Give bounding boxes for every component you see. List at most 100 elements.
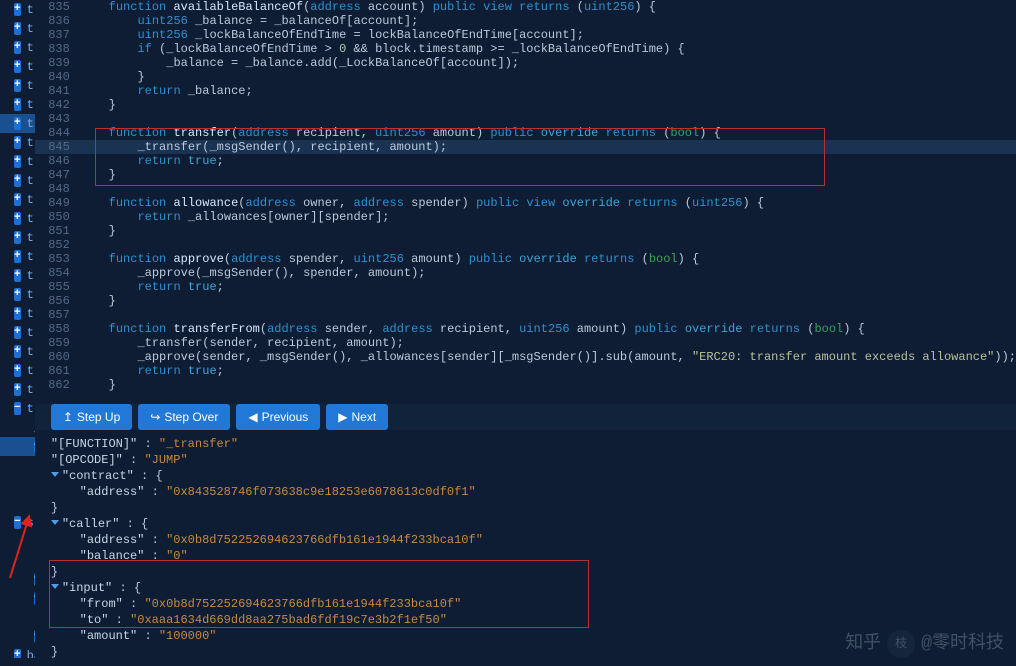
tree-item-transfer[interactable]: +transfer <box>0 323 35 342</box>
collapse-icon[interactable]: − <box>14 516 21 529</box>
tree-item-label: transfer <box>27 155 35 169</box>
expand-icon[interactable]: + <box>14 41 21 54</box>
tree-item-sub[interactable]: sub <box>0 551 35 570</box>
expand-icon[interactable]: + <box>14 22 21 35</box>
step-over-button[interactable]: ↪ Step Over <box>138 404 230 430</box>
code-line[interactable]: 861 return true; <box>35 364 1016 378</box>
expand-icon[interactable]: + <box>14 60 21 73</box>
previous-button[interactable]: ◀ Previous <box>236 404 320 430</box>
tree-item-transfer[interactable]: + transfer <box>0 152 35 171</box>
tree-item-transfer[interactable]: +transfer <box>0 209 35 228</box>
tree-item-transfer[interactable]: + transfer <box>0 76 35 95</box>
expand-icon[interactable]: + <box>14 364 21 377</box>
expand-icon[interactable]: + <box>14 345 21 358</box>
line-number: 839 <box>35 56 80 70</box>
code-line[interactable]: 838 if (_lockBalanceOfEndTime > 0 && blo… <box>35 42 1016 56</box>
call-tree-sidebar[interactable]: + transfer + transfer + transfer + transfer + tra… <box>0 0 35 658</box>
tree-item-transfer[interactable]: +transfer <box>0 190 35 209</box>
tree-item-transfer[interactable]: + transfer <box>0 266 35 285</box>
code-line[interactable]: 860 _approve(sender, _msgSender(), _allo… <box>35 350 1016 364</box>
code-line[interactable]: 839 _balance = _balance.add(_LockBalance… <box>35 56 1016 70</box>
tree-item-label: transfer <box>27 269 35 283</box>
debug-panel[interactable]: "[FUNCTION]" : "_transfer""[OPCODE]" : "… <box>35 430 1016 666</box>
tree-item-transfer[interactable]: +transfer <box>0 95 35 114</box>
debug-line: } <box>51 500 1000 516</box>
expand-icon[interactable]: + <box>14 136 21 149</box>
tree-item-balanceOf[interactable]: +balanceOf <box>0 646 35 658</box>
code-line[interactable]: 853 function approve(address spender, ui… <box>35 252 1016 266</box>
tree-item-transfer[interactable]: −transfer <box>0 399 35 418</box>
line-number: 848 <box>35 182 80 196</box>
code-line[interactable]: 843 <box>35 112 1016 126</box>
expand-icon[interactable]: + <box>14 155 21 168</box>
expand-icon[interactable]: + <box>14 326 21 339</box>
tree-item-label: transfer <box>27 22 35 36</box>
tree-item-transfer[interactable]: +transfer <box>0 57 35 76</box>
tree-item-transfer[interactable]: +transfer <box>0 247 35 266</box>
line-number: 856 <box>35 294 80 308</box>
expand-icon[interactable]: + <box>14 231 21 244</box>
code-line[interactable]: 859 _transfer(sender, recipient, amount)… <box>35 336 1016 350</box>
code-line[interactable]: 852 <box>35 238 1016 252</box>
next-button[interactable]: ▶ Next <box>326 404 388 430</box>
code-line[interactable]: 854 _approve(_msgSender(), spender, amou… <box>35 266 1016 280</box>
debug-line: "contract" : { <box>51 468 1000 484</box>
tree-item-label: transfer <box>27 364 35 378</box>
code-line[interactable]: 856 } <box>35 294 1016 308</box>
expand-icon[interactable]: + <box>14 649 21 658</box>
tree-item-transfer[interactable]: +transfer <box>0 342 35 361</box>
tree-item-transfer[interactable]: +transfer <box>0 133 35 152</box>
code-line[interactable]: 837 uint256 _lockBalanceOfEndTime = lock… <box>35 28 1016 42</box>
tree-item-label: transfer <box>27 79 35 93</box>
tree-item-sub[interactable]: sub <box>0 608 35 627</box>
expand-icon[interactable]: + <box>14 98 21 111</box>
tree-item-transfer[interactable]: + transfer <box>0 361 35 380</box>
code-line[interactable]: 835 function availableBalanceOf(address … <box>35 0 1016 14</box>
code-line[interactable]: 836 uint256 _balance = _balanceOf[accoun… <box>35 14 1016 28</box>
tree-item-transfer[interactable]: +transfer <box>0 228 35 247</box>
code-line[interactable]: 850 return _allowances[owner][spender]; <box>35 210 1016 224</box>
expand-icon[interactable]: + <box>14 383 21 396</box>
tree-item-balanceOf[interactable]: +balanceOf <box>0 589 35 608</box>
expand-icon[interactable]: + <box>14 250 21 263</box>
expand-icon[interactable]: + <box>14 288 21 301</box>
code-line[interactable]: 858 function transferFrom(address sender… <box>35 322 1016 336</box>
code-line[interactable]: 841 return _balance; <box>35 84 1016 98</box>
tree-item-_transfer[interactable]: −_transfer <box>0 437 35 456</box>
collapse-icon[interactable]: − <box>14 402 21 415</box>
tree-item-_safeTransfer[interactable]: +_safeTransfer <box>0 627 35 646</box>
tree-item-transfer[interactable]: +transfer <box>0 0 35 19</box>
tree-item-transfer[interactable]: +transfer <box>0 304 35 323</box>
expand-icon[interactable]: + <box>14 212 21 225</box>
expand-icon[interactable]: + <box>14 117 21 130</box>
tree-item-_tokenTransfer[interactable]: +_tokenTransfer <box>0 494 35 513</box>
code-line[interactable]: 862 } <box>35 378 1016 392</box>
code-editor[interactable]: 835 function availableBalanceOf(address … <box>35 0 1016 404</box>
expand-icon[interactable]: + <box>14 269 21 282</box>
expand-icon[interactable]: + <box>14 193 21 206</box>
tree-item-transfer[interactable]: +transfer <box>0 114 35 133</box>
tree-item-transfer[interactable]: + transfer <box>0 19 35 38</box>
tree-item-_msgSender[interactable]: _msgSender <box>0 418 35 437</box>
code-line[interactable]: 842 } <box>35 98 1016 112</box>
code-line[interactable]: 849 function allowance(address owner, ad… <box>35 196 1016 210</box>
expand-icon[interactable]: + <box>14 79 21 92</box>
debug-line: "address" : "0x843528746f073638c9e18253e… <box>51 484 1000 500</box>
tree-item-add[interactable]: add <box>0 456 35 475</box>
step-up-button[interactable]: ↥ Step Up <box>51 404 132 430</box>
tree-item-transfer[interactable]: +transfer <box>0 38 35 57</box>
code-line[interactable]: 855 return true; <box>35 280 1016 294</box>
tree-item-transfer[interactable]: +transfer <box>0 285 35 304</box>
code-line[interactable]: 857 <box>35 308 1016 322</box>
code-line[interactable]: 840 } <box>35 70 1016 84</box>
tree-item-_safeTransfer[interactable]: +_safeTransfer <box>0 570 35 589</box>
expand-icon[interactable]: + <box>14 3 21 16</box>
tree-item-sub[interactable]: +sub <box>0 475 35 494</box>
code-line[interactable]: 851 } <box>35 224 1016 238</box>
expand-icon[interactable]: + <box>14 174 21 187</box>
tree-item-balanceOf[interactable]: balanceOf <box>0 532 35 551</box>
tree-item-transfer[interactable]: +transfer <box>0 171 35 190</box>
expand-icon[interactable]: + <box>14 307 21 320</box>
tree-item-transfer[interactable]: +transfer <box>0 380 35 399</box>
tree-item-skim[interactable]: −skim <box>0 513 35 532</box>
